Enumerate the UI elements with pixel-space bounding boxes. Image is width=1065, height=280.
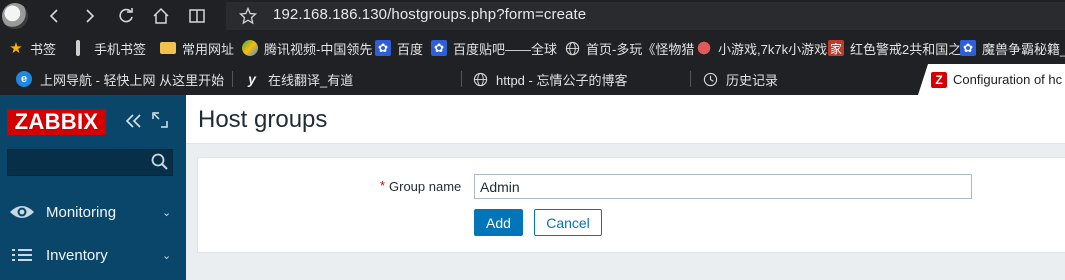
- bookmark-item[interactable]: 小游戏,7k7k小游戏: [696, 32, 827, 64]
- required-asterisk: *: [380, 178, 386, 193]
- menu-item-monitoring[interactable]: Monitoring ⌄: [0, 192, 186, 232]
- page-title: Host groups: [198, 106, 328, 133]
- bookmark-item[interactable]: ✿ 百度: [375, 32, 423, 64]
- tab-hao-navigation[interactable]: e 上网导航 - 轻快上网 从这里开始: [16, 64, 224, 94]
- tab-separator: [461, 71, 462, 87]
- bookmark-item[interactable]: 腾讯视频-中国领先: [242, 32, 372, 64]
- baidu-paw-icon: ✿: [431, 40, 447, 56]
- reading-view-icon[interactable]: [185, 4, 209, 28]
- globe-icon: [472, 71, 488, 87]
- list-icon: [9, 245, 35, 265]
- zabbix-logo[interactable]: ZABBIX: [7, 109, 106, 135]
- bookmark-item[interactable]: ★ 书签: [8, 32, 56, 64]
- tab-separator: [690, 71, 691, 87]
- eye-icon: [9, 202, 35, 222]
- balloon-icon: [696, 40, 712, 56]
- user-avatar[interactable]: [2, 3, 28, 29]
- folder-icon: [160, 42, 176, 54]
- collapse-sidebar-icon[interactable]: [124, 110, 144, 137]
- tab-history[interactable]: 历史记录: [702, 64, 778, 94]
- globe-icon: [564, 40, 580, 56]
- home-icon[interactable]: [149, 4, 173, 28]
- group-name-input[interactable]: [474, 174, 972, 199]
- sidebar-search-input[interactable]: [7, 149, 173, 176]
- favorite-star-icon[interactable]: [236, 4, 260, 28]
- host-group-form: [197, 157, 1065, 253]
- tab-youdao[interactable]: y 在线翻译_有道: [244, 64, 353, 94]
- chevron-down-icon: ⌄: [162, 249, 172, 262]
- group-name-label: Group name: [389, 179, 462, 194]
- search-icon[interactable]: [150, 152, 170, 172]
- bookmarks-bar: ★ 书签 手机书签 常用网址 腾讯视频-中国领先 ✿ 百度 ✿ 百度贴吧——全球…: [0, 32, 1065, 64]
- back-icon[interactable]: [42, 4, 66, 28]
- cancel-button[interactable]: Cancel: [534, 209, 602, 236]
- baidu-paw-icon: ✿: [375, 40, 391, 56]
- bookmark-item[interactable]: ✿ 魔兽争霸秘籍_百: [960, 32, 1065, 64]
- reload-icon[interactable]: [114, 4, 138, 28]
- jia-icon: 家: [828, 40, 844, 56]
- chevron-down-icon: ⌄: [162, 206, 172, 219]
- tab-label: Configuration of hc: [953, 72, 1063, 87]
- bookmark-item[interactable]: 家 红色警戒2共和国之: [828, 32, 961, 64]
- baidu-paw-icon: ✿: [960, 40, 976, 56]
- bookmark-item[interactable]: 常用网址: [160, 32, 234, 64]
- youdao-y-icon: y: [248, 71, 256, 87]
- forward-icon[interactable]: [78, 4, 102, 28]
- tab-strip: e 上网导航 - 轻快上网 从这里开始 y 在线翻译_有道 httpd - 忘情…: [0, 64, 1065, 94]
- phone-bookmark-icon: [76, 40, 80, 56]
- ie-e-icon: e: [16, 71, 32, 87]
- kiosk-mode-icon[interactable]: [151, 111, 169, 134]
- tab-httpd-blog[interactable]: httpd - 忘情公子的博客: [472, 64, 627, 94]
- star-icon: ★: [9, 40, 23, 57]
- bookmark-item[interactable]: ✿ 百度贴吧——全球: [431, 32, 557, 64]
- add-button[interactable]: Add: [474, 209, 523, 236]
- menu-item-inventory[interactable]: Inventory ⌄: [0, 235, 186, 275]
- tencent-video-icon: [242, 40, 258, 56]
- tab-separator: [232, 71, 233, 87]
- history-clock-icon: [702, 71, 718, 87]
- url-text[interactable]: 192.168.186.130/hostgroups.php?form=crea…: [273, 6, 586, 23]
- bookmark-item[interactable]: 首页-多玩《怪物猎: [564, 32, 694, 64]
- bookmark-item[interactable]: 手机书签: [76, 32, 146, 64]
- browser-toolbar: 192.168.186.130/hostgroups.php?form=crea…: [0, 0, 1065, 32]
- zabbix-z-icon: Z: [931, 72, 947, 88]
